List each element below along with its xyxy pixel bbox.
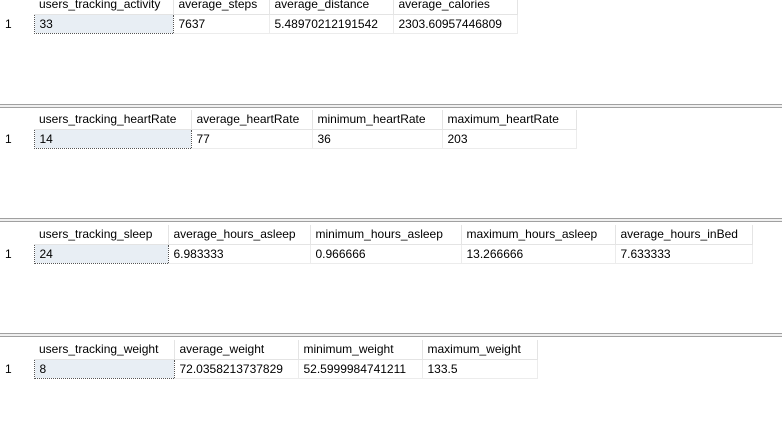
column-header[interactable]: users_tracking_weight	[34, 340, 175, 360]
column-header[interactable]: maximum_hours_asleep	[461, 225, 616, 245]
pane-splitter[interactable]	[0, 333, 782, 337]
results-table: users_tracking_weight average_weight min…	[0, 340, 538, 379]
column-header[interactable]: average_hours_inBed	[615, 225, 753, 245]
column-header[interactable]: minimum_hours_asleep	[310, 225, 462, 245]
row-number[interactable]: 1	[0, 14, 34, 33]
column-header[interactable]: maximum_weight	[422, 340, 538, 360]
header-row: users_tracking_heartRate average_heartRa…	[0, 110, 577, 130]
grid-cell[interactable]: 36	[312, 129, 443, 149]
row-number-header	[0, 340, 34, 359]
grid-cell-selected[interactable]: 14	[33, 128, 192, 149]
pane-splitter[interactable]	[0, 218, 782, 222]
row-number[interactable]: 1	[0, 359, 34, 378]
header-row: users_tracking_activity average_steps av…	[0, 0, 518, 15]
table-row: 1 24 6.983333 0.966666 13.266666 7.63333…	[0, 243, 753, 264]
table-row: 1 14 77 36 203	[0, 128, 577, 149]
column-header[interactable]: users_tracking_heartRate	[34, 110, 192, 130]
row-number-header	[0, 225, 34, 244]
pane-splitter[interactable]	[0, 104, 782, 108]
column-header[interactable]: average_distance	[269, 0, 394, 15]
column-header[interactable]: average_weight	[174, 340, 299, 360]
table-row: 1 33 7637 5.48970212191542 2303.60957446…	[0, 13, 518, 34]
row-number-header	[0, 110, 34, 129]
grid-cell-selected[interactable]: 8	[33, 358, 175, 379]
row-number[interactable]: 1	[0, 129, 34, 148]
grid-cell[interactable]: 203	[442, 129, 577, 149]
grid-cell[interactable]: 5.48970212191542	[269, 14, 394, 34]
result-grid-sleep: users_tracking_sleep average_hours_aslee…	[0, 225, 782, 330]
column-header[interactable]: users_tracking_sleep	[34, 225, 169, 245]
grid-cell[interactable]: 72.0358213737829	[174, 359, 299, 379]
column-header[interactable]: minimum_weight	[298, 340, 423, 360]
results-table: users_tracking_activity average_steps av…	[0, 0, 518, 34]
grid-cell[interactable]: 0.966666	[310, 244, 462, 264]
grid-cell-selected[interactable]: 33	[33, 13, 174, 34]
column-header[interactable]: average_hours_asleep	[168, 225, 311, 245]
column-header[interactable]: minimum_heartRate	[312, 110, 443, 130]
column-header[interactable]: average_steps	[173, 0, 270, 15]
header-row: users_tracking_sleep average_hours_aslee…	[0, 225, 753, 245]
results-table: users_tracking_sleep average_hours_aslee…	[0, 225, 753, 264]
column-header[interactable]: maximum_heartRate	[442, 110, 577, 130]
grid-cell[interactable]: 52.5999984741211	[298, 359, 423, 379]
row-number-header	[0, 0, 34, 14]
grid-cell[interactable]: 7637	[173, 14, 270, 34]
result-grid-heartrate: users_tracking_heartRate average_heartRa…	[0, 110, 782, 215]
grid-cell[interactable]: 133.5	[422, 359, 538, 379]
table-row: 1 8 72.0358213737829 52.5999984741211 13…	[0, 358, 538, 379]
grid-cell[interactable]: 6.983333	[168, 244, 311, 264]
header-row: users_tracking_weight average_weight min…	[0, 340, 538, 360]
column-header[interactable]: average_heartRate	[191, 110, 313, 130]
row-number[interactable]: 1	[0, 244, 34, 263]
grid-cell-selected[interactable]: 24	[33, 243, 169, 264]
result-grid-activity: users_tracking_activity average_steps av…	[0, 0, 782, 100]
results-table: users_tracking_heartRate average_heartRa…	[0, 110, 577, 149]
grid-cell[interactable]: 77	[191, 129, 313, 149]
column-header[interactable]: users_tracking_activity	[34, 0, 174, 15]
grid-cell[interactable]: 13.266666	[461, 244, 616, 264]
grid-cell[interactable]: 7.633333	[615, 244, 753, 264]
column-header[interactable]: average_calories	[393, 0, 518, 15]
grid-cell[interactable]: 2303.60957446809	[393, 14, 518, 34]
result-grid-weight: users_tracking_weight average_weight min…	[0, 340, 782, 434]
